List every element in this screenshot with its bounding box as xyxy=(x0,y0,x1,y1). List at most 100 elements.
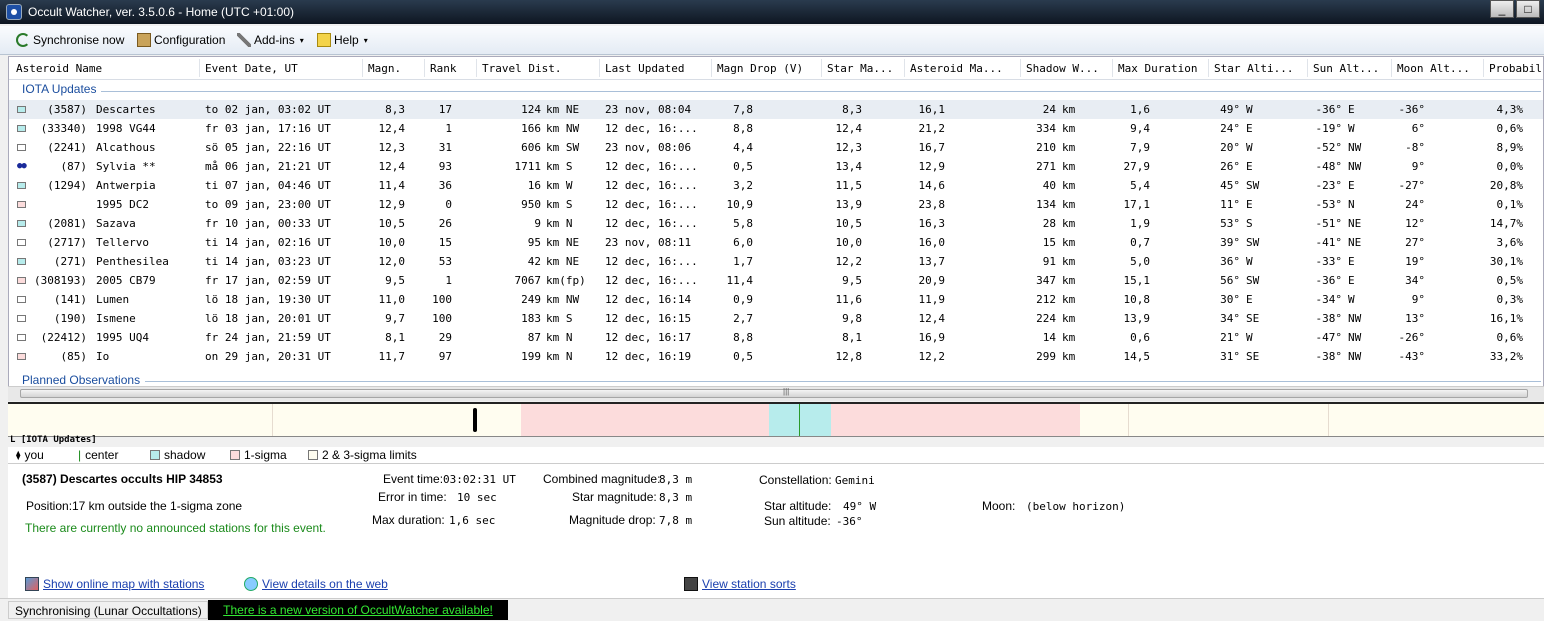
column-header[interactable]: Star Ma... xyxy=(827,62,893,75)
cell-rank: 26 xyxy=(438,217,452,230)
cell-rank: 1 xyxy=(445,274,452,287)
cell-mag: 8,3 xyxy=(385,103,405,116)
cell-sdir: SW xyxy=(1246,236,1260,249)
cell-sundir: E xyxy=(1348,179,1355,192)
addins-menu[interactable]: Add-ins ▾ xyxy=(237,31,304,49)
cell-starm: 12,2 xyxy=(835,255,863,268)
legend-you: ⧫ you xyxy=(16,448,44,462)
table-row[interactable]: (2717) Tellervo ti 14 jan, 02:16 UT 10,0 15 9… xyxy=(9,233,1543,252)
column-header[interactable]: Star Alti... xyxy=(1214,62,1293,75)
cell-sw: 15 xyxy=(1042,236,1056,249)
column-header[interactable]: Sun Alt... xyxy=(1313,62,1379,75)
table-row[interactable]: (33340) 1998 VG44 fr 03 jan, 17:16 UT 12,4 1… xyxy=(9,119,1543,138)
column-separator[interactable] xyxy=(599,59,600,77)
cell-swu: km xyxy=(1062,350,1076,363)
column-separator[interactable] xyxy=(711,59,712,77)
cell-sun: -19° xyxy=(1315,122,1343,135)
column-separator[interactable] xyxy=(1307,59,1308,77)
table-row[interactable]: (2081) Sazava fr 10 jan, 00:33 UT 10,5 26 9 km… xyxy=(9,214,1543,233)
group-iota-updates[interactable]: IOTA Updates xyxy=(22,82,96,96)
cell-num: (190) xyxy=(53,312,87,325)
scrollbar-thumb[interactable] xyxy=(20,389,1528,398)
minimize-button[interactable]: _ xyxy=(1490,0,1514,18)
synchronise-button[interactable]: Synchronise now xyxy=(16,31,124,49)
new-version-link[interactable]: There is a new version of OccultWatcher … xyxy=(208,600,508,620)
legend: ⧫ you | center shadow 1-sigma 2 & 3-sigm… xyxy=(8,447,1544,463)
path-indicator-icon xyxy=(17,220,26,227)
cell-sundir: N xyxy=(1348,198,1355,211)
cell-drop: 0,5 xyxy=(733,350,753,363)
cell-sw: 24 xyxy=(1042,103,1056,116)
events-grid[interactable]: Asteroid Name Event Date, UT Magn. Rank Trav… xyxy=(8,56,1544,398)
column-header[interactable]: Magn. xyxy=(368,62,401,75)
column-separator[interactable] xyxy=(904,59,905,77)
column-header[interactable]: Asteroid Ma... xyxy=(910,62,1003,75)
cell-rank: 100 xyxy=(432,312,452,325)
cell-name: 1995 DC2 xyxy=(96,198,149,211)
column-separator[interactable] xyxy=(476,59,477,77)
horizontal-scrollbar[interactable]: ||| xyxy=(8,386,1544,401)
show-map-link[interactable]: Show online map with stations xyxy=(25,577,204,591)
column-header[interactable]: Moon Alt... xyxy=(1397,62,1470,75)
cell-num: (141) xyxy=(53,293,87,306)
cell-date: ti 14 jan, 02:16 UT xyxy=(205,236,331,249)
table-row[interactable]: ●● (87) Sylvia ** må 06 jan, 21:21 UT 12,4 93… xyxy=(9,157,1543,176)
column-separator[interactable] xyxy=(1208,59,1209,77)
cell-drop: 0,5 xyxy=(733,160,753,173)
table-row[interactable]: (22412) 1995 UQ4 fr 24 jan, 21:59 UT 8,1 29 8… xyxy=(9,328,1543,347)
column-header[interactable]: Rank xyxy=(430,62,457,75)
cell-starm: 12,3 xyxy=(835,141,863,154)
constellation-value: Gemini xyxy=(835,474,875,487)
cell-dir: km N xyxy=(546,331,573,344)
table-row[interactable]: (1294) Antwerpia ti 07 jan, 04:46 UT 11,4 36… xyxy=(9,176,1543,195)
column-separator[interactable] xyxy=(362,59,363,77)
cell-sdir: SE xyxy=(1246,350,1260,363)
help-menu[interactable]: Help ▾ xyxy=(317,31,368,49)
column-separator[interactable] xyxy=(1483,59,1484,77)
cell-sun: -51° xyxy=(1315,217,1343,230)
sync-icon xyxy=(16,33,30,47)
cell-drop: 0,9 xyxy=(733,293,753,306)
table-row[interactable]: (308193) 2005 CB79 fr 17 jan, 02:59 UT 9,5 1… xyxy=(9,271,1543,290)
column-separator[interactable] xyxy=(1112,59,1113,77)
table-row[interactable]: 1995 DC2 to 09 jan, 23:00 UT 12,9 0 950 km S 1… xyxy=(9,195,1543,214)
table-row[interactable]: (271) Penthesilea ti 14 jan, 03:23 UT 12,0 5… xyxy=(9,252,1543,271)
cell-drop: 8,8 xyxy=(733,331,753,344)
cell-dur: 7,9 xyxy=(1130,141,1150,154)
column-header[interactable]: Last Updated xyxy=(605,62,684,75)
configuration-button[interactable]: Configuration xyxy=(137,31,225,49)
column-header[interactable]: Event Date, UT xyxy=(205,62,298,75)
cell-prob: 33,2% xyxy=(1489,350,1523,363)
cell-num: (85) xyxy=(60,350,88,363)
cell-sw: 210 xyxy=(1036,141,1056,154)
cell-sun: -41° xyxy=(1315,236,1343,249)
column-header[interactable]: Asteroid Name xyxy=(16,62,102,75)
column-separator[interactable] xyxy=(199,59,200,77)
column-header[interactable]: Travel Dist. xyxy=(482,62,561,75)
column-header[interactable]: Max Duration xyxy=(1118,62,1197,75)
you-marker xyxy=(473,408,477,432)
position-label: Position: xyxy=(26,499,73,513)
column-separator[interactable] xyxy=(821,59,822,77)
table-row[interactable]: (190) Ismene lö 18 jan, 20:01 UT 9,7 100 183 k… xyxy=(9,309,1543,328)
group-planned-observations[interactable]: Planned Observations xyxy=(22,373,140,387)
column-separator[interactable] xyxy=(1391,59,1392,77)
cell-sundir: E xyxy=(1348,274,1355,287)
view-details-link[interactable]: View details on the web xyxy=(244,577,388,591)
table-row[interactable]: (141) Lumen lö 18 jan, 19:30 UT 11,0 100 249 k… xyxy=(9,290,1543,309)
cell-sdir: W xyxy=(1246,141,1253,154)
maximize-button[interactable]: □ xyxy=(1516,0,1540,18)
table-row[interactable]: (85) Io on 29 jan, 20:31 UT 11,7 97 199 km N 12… xyxy=(9,347,1543,366)
column-separator[interactable] xyxy=(424,59,425,77)
column-header[interactable]: Probabil xyxy=(1489,62,1542,75)
magnitude-drop-label: Magnitude drop: xyxy=(569,513,656,527)
column-header[interactable]: Magn Drop (V) xyxy=(717,62,803,75)
table-row[interactable]: (2241) Alcathous sö 05 jan, 22:16 UT 12,3 31… xyxy=(9,138,1543,157)
cell-prob: 8,9% xyxy=(1496,141,1524,154)
cell-dur: 17,1 xyxy=(1123,198,1151,211)
view-station-sorts-link[interactable]: View station sorts xyxy=(684,577,796,591)
group-divider xyxy=(101,91,1541,92)
column-separator[interactable] xyxy=(1020,59,1021,77)
table-row[interactable]: (3587) Descartes to 02 jan, 03:02 UT 8,3 17 1… xyxy=(9,100,1543,119)
column-header[interactable]: Shadow W... xyxy=(1026,62,1099,75)
